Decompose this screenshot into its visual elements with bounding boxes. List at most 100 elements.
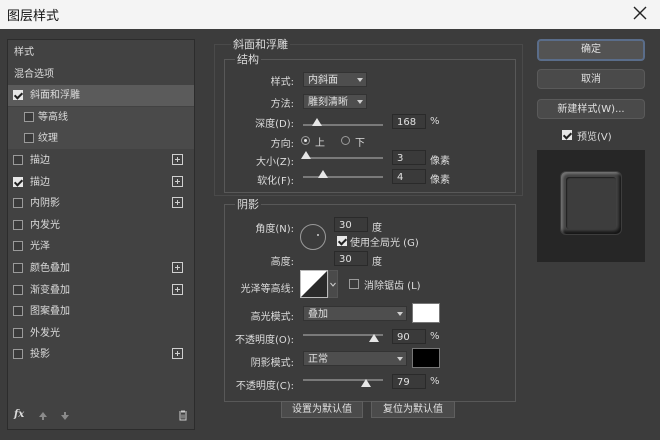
style-checkbox[interactable] bbox=[13, 219, 23, 230]
add-icon[interactable] bbox=[172, 283, 183, 295]
shadow-color-swatch[interactable] bbox=[412, 348, 440, 368]
style-checkbox[interactable] bbox=[13, 176, 23, 187]
style-value: 内斜面 bbox=[308, 75, 338, 86]
ok-button[interactable]: 确定 bbox=[537, 39, 645, 61]
style-checkbox[interactable] bbox=[13, 90, 23, 101]
move-down-icon[interactable] bbox=[60, 411, 70, 424]
direction-down-label: 下 bbox=[355, 138, 365, 149]
style-list-item-label: 描边 bbox=[30, 155, 50, 166]
style-list-item[interactable]: 斜面和浮雕 bbox=[8, 85, 194, 107]
style-label: 样式: bbox=[270, 77, 294, 88]
style-checkbox[interactable] bbox=[13, 306, 23, 317]
style-list-item[interactable]: 等高线 bbox=[8, 106, 194, 128]
cancel-button[interactable]: 取消 bbox=[537, 69, 645, 89]
style-checkbox[interactable] bbox=[13, 349, 23, 360]
shading-title: 阴影 bbox=[235, 196, 261, 212]
style-select[interactable]: 内斜面 bbox=[303, 72, 367, 87]
set-default-button[interactable]: 设置为默认值 bbox=[281, 401, 363, 418]
style-list-item-label: 混合选项 bbox=[14, 68, 54, 80]
depth-label: 深度(D): bbox=[255, 119, 294, 130]
style-list-item[interactable]: 内发光 bbox=[8, 215, 194, 236]
shadow-opacity-slider-handle[interactable] bbox=[361, 379, 371, 387]
style-checkbox[interactable] bbox=[13, 327, 23, 338]
global-light-checkbox[interactable] bbox=[337, 236, 347, 246]
angle-dial[interactable] bbox=[300, 224, 326, 250]
shadow-mode-select[interactable]: 正常 bbox=[303, 351, 407, 366]
style-list-item[interactable]: 渐变叠加 bbox=[8, 280, 194, 301]
highlight-mode-select[interactable]: 叠加 bbox=[303, 306, 407, 321]
technique-select[interactable]: 雕刻清晰 bbox=[303, 94, 367, 109]
trash-icon[interactable] bbox=[178, 410, 188, 424]
add-icon[interactable] bbox=[172, 175, 183, 187]
close-icon[interactable] bbox=[632, 2, 648, 24]
highlight-opacity-unit: % bbox=[430, 331, 440, 342]
style-checkbox[interactable] bbox=[13, 263, 23, 273]
highlight-opacity-input[interactable]: 90 bbox=[392, 329, 426, 344]
move-up-icon[interactable] bbox=[38, 411, 48, 424]
depth-slider-handle[interactable] bbox=[312, 118, 322, 126]
depth-unit: % bbox=[430, 116, 440, 127]
new-style-button[interactable]: 新建样式(W)... bbox=[537, 99, 645, 119]
add-icon[interactable] bbox=[172, 197, 183, 209]
style-list-item[interactable]: 光泽 bbox=[8, 236, 194, 257]
direction-up-radio[interactable] bbox=[301, 136, 310, 145]
style-checkbox[interactable] bbox=[24, 111, 34, 122]
gloss-contour-picker[interactable] bbox=[300, 270, 338, 298]
style-list-item[interactable]: 投影 bbox=[8, 344, 194, 365]
style-list-item[interactable]: 描边 bbox=[8, 150, 194, 171]
direction-label: 方向: bbox=[270, 139, 294, 150]
gloss-contour-label: 光泽等高线: bbox=[240, 284, 294, 295]
style-list-item[interactable]: 描边 bbox=[8, 172, 194, 193]
shadow-opacity-unit: % bbox=[430, 376, 440, 387]
reset-default-button[interactable]: 复位为默认值 bbox=[371, 401, 455, 418]
style-list-item[interactable]: 图案叠加 bbox=[8, 301, 194, 322]
altitude-input[interactable]: 30 bbox=[334, 251, 368, 266]
technique-value: 雕刻清晰 bbox=[308, 97, 348, 108]
preview-checkbox[interactable] bbox=[562, 130, 572, 140]
style-list-item[interactable]: 颜色叠加 bbox=[8, 258, 194, 279]
style-list-item-label: 等高线 bbox=[38, 111, 68, 123]
style-checkbox[interactable] bbox=[13, 198, 23, 209]
shadow-opacity-slider-track[interactable] bbox=[303, 379, 383, 381]
soften-label: 软化(F): bbox=[257, 176, 294, 187]
size-slider-track[interactable] bbox=[303, 157, 383, 159]
soften-slider-handle[interactable] bbox=[318, 170, 328, 178]
add-icon[interactable] bbox=[172, 348, 183, 360]
style-list-item-label: 渐变叠加 bbox=[30, 284, 70, 296]
style-checkbox[interactable] bbox=[13, 284, 23, 295]
depth-input[interactable]: 168 bbox=[392, 114, 426, 129]
fx-button[interactable]: fx bbox=[14, 409, 24, 420]
style-checkbox[interactable] bbox=[13, 241, 23, 252]
add-icon[interactable] bbox=[172, 262, 183, 273]
preview-swatch bbox=[561, 172, 621, 234]
window-title: 图层样式 bbox=[7, 9, 60, 24]
direction-down-radio[interactable] bbox=[341, 136, 350, 145]
style-list-item-label: 描边 bbox=[30, 176, 50, 188]
style-list-item-label: 纹理 bbox=[38, 133, 58, 145]
soften-input[interactable]: 4 bbox=[392, 169, 426, 184]
style-checkbox[interactable] bbox=[24, 133, 34, 144]
direction-up-label: 上 bbox=[315, 138, 325, 149]
structure-title: 结构 bbox=[235, 51, 261, 67]
size-label: 大小(Z): bbox=[255, 157, 294, 168]
style-list-item[interactable]: 内阴影 bbox=[8, 193, 194, 214]
anti-alias-checkbox[interactable] bbox=[349, 279, 359, 289]
soften-slider-track[interactable] bbox=[303, 176, 383, 178]
angle-input[interactable]: 30 bbox=[334, 217, 368, 232]
size-slider-handle[interactable] bbox=[301, 151, 311, 159]
shadow-opacity-input[interactable]: 79 bbox=[392, 374, 426, 389]
size-input[interactable]: 3 bbox=[392, 150, 426, 165]
style-list-item[interactable]: 外发光 bbox=[8, 323, 194, 344]
style-list-item[interactable]: 纹理 bbox=[8, 128, 194, 150]
style-list-item[interactable]: 样式 bbox=[8, 42, 194, 63]
highlight-color-swatch[interactable] bbox=[412, 303, 440, 323]
add-icon[interactable] bbox=[172, 154, 183, 165]
highlight-opacity-slider-handle[interactable] bbox=[369, 334, 379, 342]
altitude-label: 高度: bbox=[270, 257, 294, 268]
angle-unit: 度 bbox=[372, 223, 382, 234]
highlight-mode-value: 叠加 bbox=[308, 309, 328, 320]
style-list-item[interactable]: 混合选项 bbox=[8, 64, 194, 85]
preview-label: 预览(V) bbox=[577, 132, 612, 143]
soften-unit: 像素 bbox=[430, 175, 450, 186]
style-checkbox[interactable] bbox=[13, 155, 23, 165]
